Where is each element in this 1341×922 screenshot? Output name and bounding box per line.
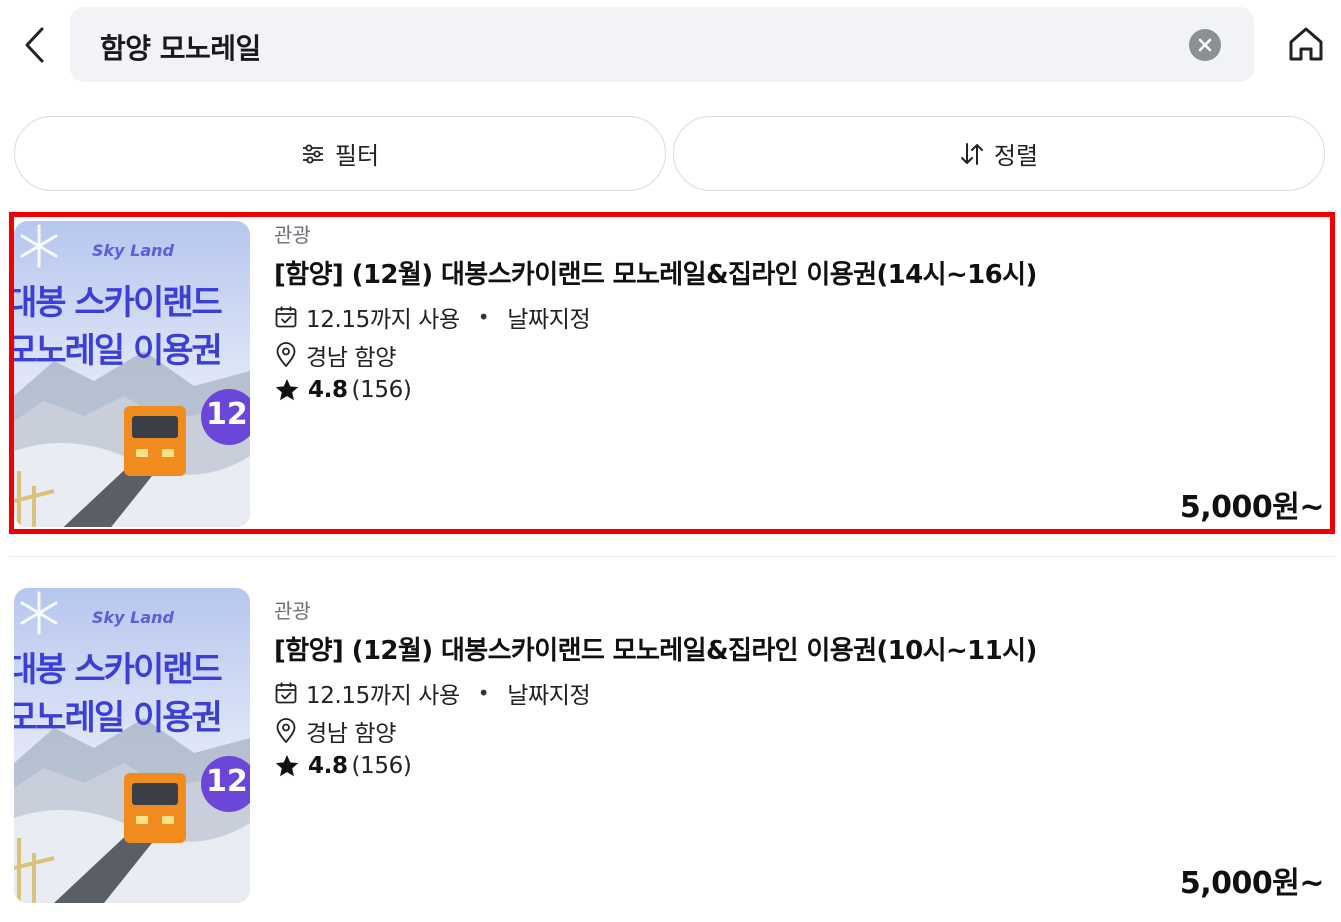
home-icon	[1286, 24, 1326, 64]
usage-period-row: 12.15까지 사용 • 날짜지정	[274, 300, 591, 334]
filter-label: 필터	[334, 142, 380, 170]
result-card[interactable]: Sky Land 대봉 스카이랜드 모노레일 이용권 12 관광 [함양] (1…	[14, 212, 1329, 532]
calendar-icon	[274, 681, 298, 705]
product-title[interactable]: [함양] (12월) 대봉스카이랜드 모노레일&집라인 이용권(14시~16시)	[274, 254, 1037, 291]
sort-arrows-icon	[960, 141, 984, 167]
date-type: 날짜지정	[507, 683, 591, 709]
top-bar: 함양 모노레일	[0, 0, 1341, 92]
location-pin-icon	[274, 342, 298, 368]
rating-row: 4.8 (156)	[274, 753, 412, 779]
location-row: 경남 함양	[274, 714, 396, 748]
usage-period-row: 12.15까지 사용 • 날짜지정	[274, 676, 591, 710]
product-category: 관광	[274, 223, 311, 247]
product-category: 관광	[274, 599, 311, 623]
sliders-icon	[301, 142, 325, 166]
result-card[interactable]: Sky Land 대봉 스카이랜드 모노레일 이용권 12 관광 [함양] (1…	[14, 588, 1329, 908]
thumbnail-badge: 12	[206, 397, 248, 432]
rating-value: 4.8	[308, 377, 348, 403]
product-price: 5,000원~	[1179, 490, 1325, 525]
thumbnail-brand: Sky Land	[92, 241, 174, 260]
thumbnail-headline-2: 모노레일 이용권	[14, 698, 223, 738]
product-thumbnail[interactable]: Sky Land 대봉 스카이랜드 모노레일 이용권 12	[14, 588, 250, 903]
product-thumbnail[interactable]: Sky Land 대봉 스카이랜드 모노레일 이용권 12	[14, 221, 250, 527]
clear-search-button[interactable]	[1189, 29, 1221, 61]
product-price: 5,000원~	[1179, 866, 1325, 901]
product-title[interactable]: [함양] (12월) 대봉스카이랜드 모노레일&집라인 이용권(10시~11시)	[274, 630, 1037, 667]
sort-label: 정렬	[993, 142, 1039, 170]
rating-value: 4.8	[308, 753, 348, 779]
location-pin-icon	[274, 718, 298, 744]
thumbnail-headline-1: 대봉 스카이랜드	[14, 650, 223, 690]
review-count: (156)	[351, 753, 412, 779]
filter-button[interactable]: 필터	[14, 116, 666, 191]
bullet-separator: •	[477, 305, 490, 329]
sort-button[interactable]: 정렬	[673, 116, 1325, 191]
calendar-icon	[274, 305, 298, 329]
thumbnail-headline-2: 모노레일 이용권	[14, 331, 223, 371]
star-icon	[274, 377, 300, 403]
back-button[interactable]	[14, 22, 54, 68]
clear-circle-icon	[1198, 38, 1212, 52]
card-divider	[9, 556, 1335, 557]
search-query: 함양 모노레일	[100, 32, 261, 65]
location-text: 경남 함양	[306, 345, 396, 371]
review-count: (156)	[351, 377, 412, 403]
product-info: 관광 [함양] (12월) 대봉스카이랜드 모노레일&집라인 이용권(10시~1…	[274, 588, 1325, 903]
thumbnail-brand: Sky Land	[92, 608, 174, 627]
chevron-left-icon	[22, 25, 46, 65]
product-info: 관광 [함양] (12월) 대봉스카이랜드 모노레일&집라인 이용권(14시~1…	[274, 212, 1325, 527]
date-type: 날짜지정	[507, 307, 591, 333]
bullet-separator: •	[477, 681, 490, 705]
location-text: 경남 함양	[306, 721, 396, 747]
home-button[interactable]	[1284, 22, 1328, 66]
search-input[interactable]: 함양 모노레일	[70, 7, 1254, 82]
valid-until: 12.15까지 사용	[306, 307, 460, 333]
thumbnail-badge: 12	[206, 764, 248, 799]
rating-row: 4.8 (156)	[274, 377, 412, 403]
location-row: 경남 함양	[274, 338, 396, 372]
thumbnail-headline-1: 대봉 스카이랜드	[14, 283, 223, 323]
valid-until: 12.15까지 사용	[306, 683, 460, 709]
star-icon	[274, 753, 300, 779]
